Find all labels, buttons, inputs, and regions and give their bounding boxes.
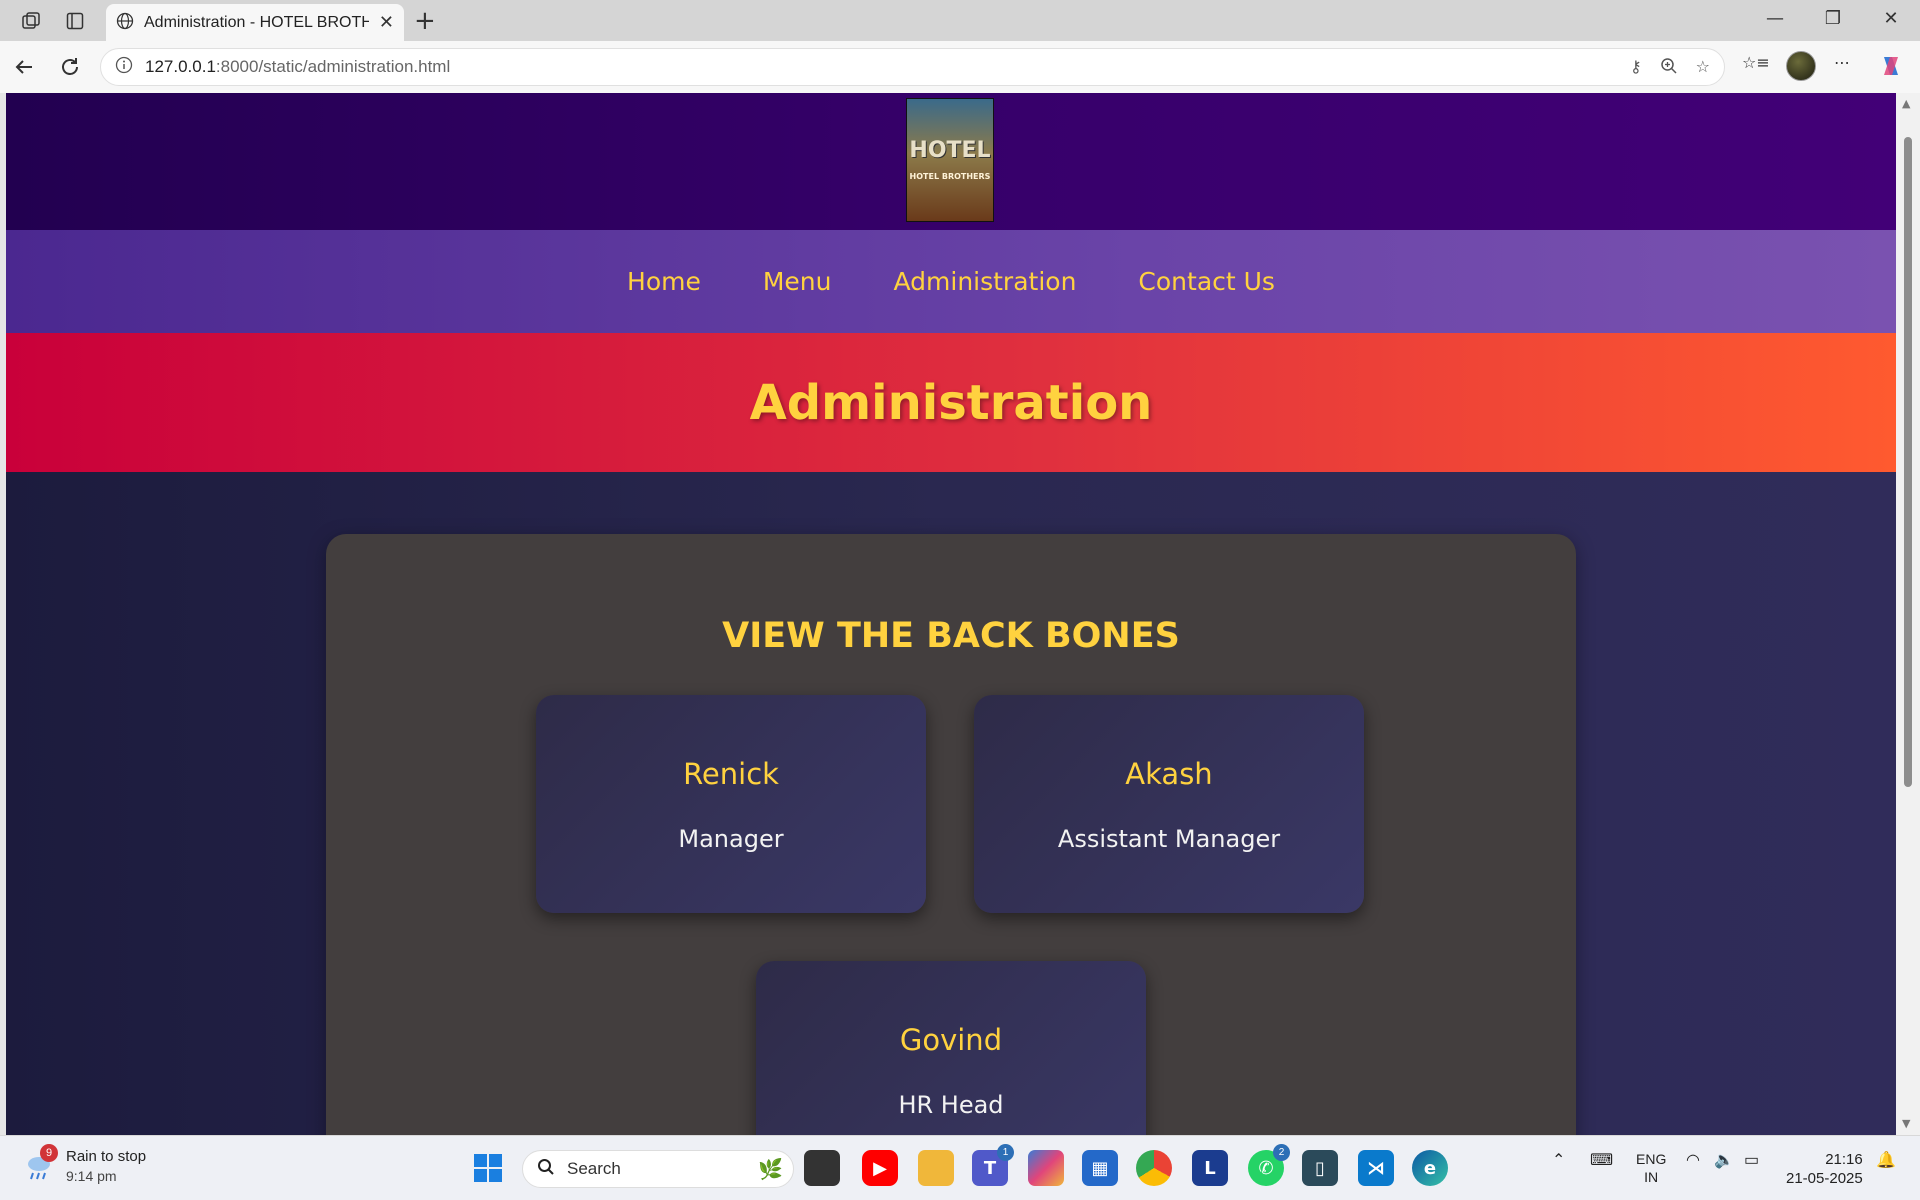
browser-tab-active[interactable]: Administration - HOTEL BROTHERS ✕: [106, 4, 404, 41]
back-icon[interactable]: [10, 53, 38, 81]
globe-icon: [116, 12, 134, 34]
whatsapp-icon[interactable]: ✆ 2: [1248, 1144, 1290, 1186]
show-hidden-icons[interactable]: ⌃: [1552, 1150, 1565, 1170]
search-icon: [537, 1158, 555, 1180]
copilot-icon[interactable]: [1878, 53, 1904, 79]
scroll-down-icon[interactable]: ▼: [1902, 1117, 1910, 1130]
weather-widget[interactable]: 9 Rain to stop 9:14 pm: [22, 1144, 147, 1184]
teams-icon[interactable]: T1: [972, 1144, 1014, 1186]
whatsapp-badge: 2: [1273, 1144, 1290, 1161]
nav-administration[interactable]: Administration: [893, 267, 1076, 296]
task-view-icon[interactable]: [804, 1150, 840, 1186]
member-name: Govind: [899, 1023, 1003, 1057]
password-key-icon[interactable]: ⚷: [1630, 57, 1642, 79]
logo-text: HOTEL: [909, 137, 991, 163]
page-scrollbar[interactable]: ▲ ▼: [1896, 93, 1920, 1135]
chrome-icon[interactable]: [1136, 1150, 1172, 1186]
restore-icon[interactable]: ❐: [1813, 8, 1853, 29]
edge-icon[interactable]: e: [1412, 1150, 1448, 1186]
favorites-icon[interactable]: ☆≡: [1742, 53, 1770, 72]
battery-icon[interactable]: ▭: [1744, 1150, 1759, 1170]
teams-badge: 1: [997, 1144, 1014, 1161]
wifi-icon[interactable]: ◠: [1686, 1150, 1700, 1170]
weather-badge: 9: [40, 1144, 58, 1162]
workspaces-icon[interactable]: [18, 8, 44, 34]
nav-menu[interactable]: Menu: [763, 267, 832, 296]
team-panel: VIEW THE BACK BONES Renick Manager Akash…: [326, 534, 1576, 1135]
language-indicator[interactable]: ENG IN: [1636, 1150, 1666, 1186]
favorite-star-icon[interactable]: ☆: [1696, 57, 1710, 79]
address-bar[interactable]: 127.0.0.1:8000/static/administration.htm…: [100, 48, 1725, 86]
site-header: HOTEL HOTEL BROTHERS: [6, 93, 1896, 230]
main-nav: Home Menu Administration Contact Us: [6, 230, 1896, 333]
weather-time: 9:14 pm: [66, 1168, 117, 1184]
keyboard-icon[interactable]: ⌨: [1590, 1150, 1613, 1170]
phone-link-icon[interactable]: ▯: [1302, 1150, 1338, 1186]
more-options-icon[interactable]: ⋯: [1834, 53, 1850, 72]
reload-icon[interactable]: [56, 53, 84, 81]
search-highlight-icon: 🌿: [758, 1157, 783, 1181]
browser-toolbar: 127.0.0.1:8000/static/administration.htm…: [0, 41, 1920, 93]
vscode-icon[interactable]: ⋊: [1358, 1150, 1394, 1186]
web-page: HOTEL HOTEL BROTHERS Home Menu Administr…: [6, 93, 1896, 1135]
nav-home[interactable]: Home: [627, 267, 701, 296]
member-name: Renick: [683, 757, 779, 791]
search-placeholder: Search: [567, 1159, 621, 1178]
l-app-icon[interactable]: L: [1192, 1150, 1228, 1186]
store-icon[interactable]: ▦: [1082, 1150, 1118, 1186]
volume-icon[interactable]: 🔈: [1714, 1150, 1734, 1170]
close-tab-icon[interactable]: ✕: [379, 12, 394, 33]
zoom-icon[interactable]: [1660, 57, 1678, 79]
profile-avatar[interactable]: [1786, 51, 1816, 81]
team-card: Renick Manager: [536, 695, 926, 913]
scroll-thumb[interactable]: [1904, 137, 1912, 787]
member-role: HR Head: [898, 1091, 1004, 1119]
vertical-tabs-icon[interactable]: [62, 8, 88, 34]
team-card: Akash Assistant Manager: [974, 695, 1364, 913]
rain-cloud-icon: 9: [22, 1144, 58, 1182]
file-explorer-icon[interactable]: [918, 1150, 954, 1186]
url-text: 127.0.0.1:8000/static/administration.htm…: [145, 57, 451, 76]
taskbar-search[interactable]: Search 🌿: [522, 1150, 794, 1188]
page-banner: Administration: [6, 333, 1896, 472]
start-windows-icon[interactable]: [470, 1150, 506, 1186]
browser-tab-bar: Administration - HOTEL BROTHERS ✕ + — ❐ …: [0, 0, 1920, 41]
logo-subtext: HOTEL BROTHERS: [909, 171, 991, 181]
member-role: Assistant Manager: [1057, 825, 1281, 853]
section-title: VIEW THE BACK BONES: [722, 616, 1180, 656]
nav-contact-us[interactable]: Contact Us: [1138, 267, 1275, 296]
page-title: Administration: [749, 374, 1153, 431]
copilot-app-icon[interactable]: [1028, 1150, 1064, 1186]
team-card: Govind HR Head: [756, 961, 1146, 1135]
new-tab-icon[interactable]: +: [414, 6, 436, 36]
member-role: Manager: [678, 825, 784, 853]
hotel-logo[interactable]: HOTEL HOTEL BROTHERS: [906, 98, 994, 222]
close-window-icon[interactable]: ✕: [1871, 8, 1911, 29]
site-info-icon[interactable]: [115, 56, 133, 78]
youtube-icon[interactable]: ▶: [862, 1150, 898, 1186]
tab-title: Administration - HOTEL BROTHERS: [144, 13, 369, 31]
member-name: Akash: [1125, 757, 1213, 791]
weather-status: Rain to stop: [66, 1148, 147, 1165]
minimize-icon[interactable]: —: [1755, 8, 1795, 29]
windows-taskbar: 9 Rain to stop 9:14 pm Search 🌿 ▶ T1 ▦ L…: [0, 1135, 1920, 1200]
clock[interactable]: 21:16 21-05-2025: [1786, 1150, 1863, 1188]
notification-bell-icon[interactable]: 🔔: [1876, 1150, 1896, 1170]
scroll-up-icon[interactable]: ▲: [1902, 97, 1910, 110]
